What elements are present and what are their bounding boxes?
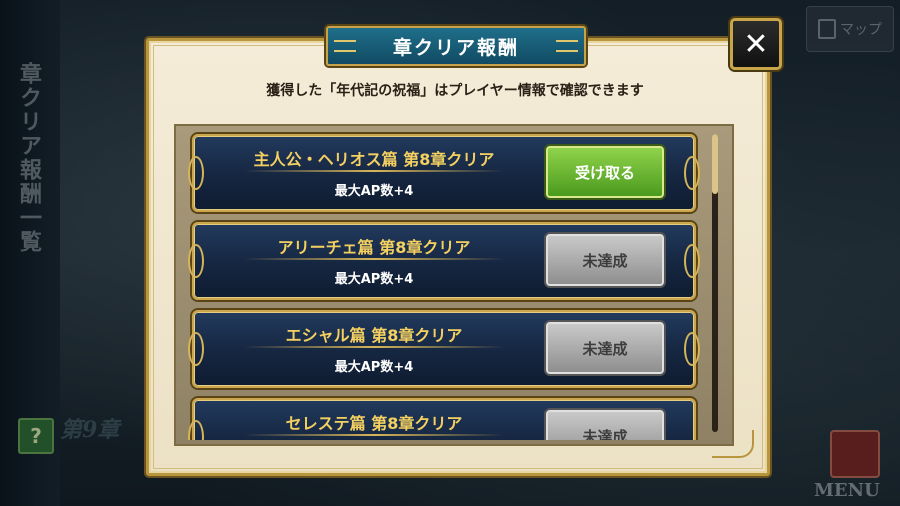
close-button[interactable]: ✕ [730, 18, 782, 70]
dialog-title-plate: 章クリア報酬 [326, 26, 586, 66]
dialog-title: 章クリア報酬 [392, 36, 519, 59]
row-divider [244, 170, 504, 172]
reward-value: 最大AP数+4 [334, 184, 414, 199]
row-ornament-icon [684, 156, 700, 190]
scrollbar-thumb[interactable] [712, 134, 718, 194]
row-divider [244, 258, 504, 260]
row-divider [244, 346, 504, 348]
title-ornament-icon [556, 40, 578, 52]
scrollbar[interactable] [712, 134, 718, 432]
row-divider [244, 434, 504, 436]
row-ornament-icon [684, 244, 700, 278]
reward-title: アリーチェ篇 第8章クリア [277, 238, 471, 257]
claim-button[interactable]: 受け取る [546, 146, 664, 198]
reward-title: エシャル篇 第8章クリア [285, 326, 463, 345]
not-achieved-button[interactable]: 未達成 [546, 234, 664, 286]
reward-row: 主人公・ヘリオス篇 第8章クリア 最大AP数+4 受け取る [188, 134, 700, 212]
reward-value: 最大AP数+4 [334, 272, 414, 287]
reward-title: 主人公・ヘリオス篇 第8章クリア [253, 150, 495, 169]
row-ornament-icon [684, 332, 700, 366]
dialog-subtitle: 獲得した「年代記の祝福」はプレイヤー情報で確認できます [266, 83, 644, 99]
close-icon: ✕ [743, 26, 769, 62]
reward-row: アリーチェ篇 第8章クリア 最大AP数+4 未達成 [188, 222, 700, 300]
reward-row: セレステ篇 第8章クリア 未達成 [188, 398, 696, 440]
not-achieved-button[interactable]: 未達成 [546, 322, 664, 374]
title-ornament-icon [334, 40, 356, 52]
corner-ornament-icon [712, 430, 754, 458]
not-achieved-button[interactable]: 未達成 [546, 410, 664, 440]
reward-title: セレステ篇 第8章クリア [285, 414, 463, 433]
reward-row: エシャル篇 第8章クリア 最大AP数+4 未達成 [188, 310, 700, 388]
reward-value: 最大AP数+4 [334, 360, 414, 375]
partial-row-clip: セレステ篇 第8章クリア 未達成 [174, 396, 714, 440]
